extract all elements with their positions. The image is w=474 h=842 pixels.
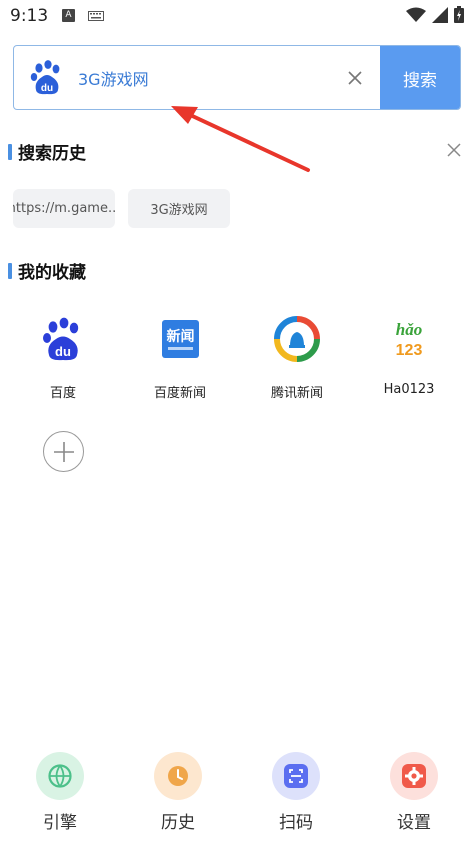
favorite-item-tencent-news[interactable]: 腾讯新闻 bbox=[238, 316, 356, 401]
red-arrow-annotation bbox=[171, 106, 310, 172]
nav-icon-circle bbox=[36, 752, 84, 800]
nav-label: 引擎 bbox=[43, 813, 77, 833]
nav-label: 设置 bbox=[397, 813, 431, 833]
svg-text:新闻: 新闻 bbox=[167, 328, 195, 345]
nav-icon-circle bbox=[272, 752, 320, 800]
add-favorite-button[interactable] bbox=[43, 431, 84, 472]
bottom-nav: 引擎 历史 扫码 设置 bbox=[0, 752, 474, 842]
nav-history[interactable]: 历史 bbox=[118, 752, 238, 833]
nav-settings[interactable]: 设置 bbox=[354, 752, 474, 833]
section-accent-bar bbox=[8, 262, 12, 279]
baidu-news-icon: 新闻 bbox=[162, 320, 199, 358]
search-button[interactable]: 搜索 bbox=[380, 46, 460, 109]
favorite-item-baidu-news[interactable]: 新闻 百度新闻 bbox=[121, 316, 239, 401]
scan-icon bbox=[284, 764, 308, 788]
svg-text:hǎo: hǎo bbox=[396, 320, 422, 339]
favorites-title-text: 我的收藏 bbox=[18, 263, 86, 283]
battery-icon bbox=[454, 6, 464, 23]
wifi-icon bbox=[406, 7, 426, 22]
svg-text:du: du bbox=[41, 83, 53, 94]
favorite-label: Ha0123 bbox=[383, 382, 435, 397]
status-icons bbox=[406, 6, 464, 23]
favorite-label: 百度新闻 bbox=[153, 386, 206, 401]
hao123-icon: hǎo 123 bbox=[396, 320, 423, 359]
nav-engine[interactable]: 引擎 bbox=[0, 752, 120, 833]
keyboard-icon bbox=[88, 11, 104, 21]
clock-icon bbox=[168, 766, 188, 786]
history-title-text: 搜索历史 bbox=[18, 144, 86, 164]
clear-history-icon[interactable] bbox=[445, 141, 463, 159]
favorites-section-title: 我的收藏 bbox=[8, 258, 86, 283]
search-input[interactable] bbox=[78, 64, 338, 92]
clear-icon[interactable] bbox=[345, 68, 365, 88]
svg-text:123: 123 bbox=[396, 342, 423, 359]
tencent-news-icon bbox=[274, 316, 320, 362]
history-list: https://m.game... 3G游戏网 bbox=[13, 189, 230, 228]
signal-icon bbox=[432, 6, 448, 23]
baidu-paw-icon[interactable]: du bbox=[30, 60, 64, 96]
nav-scan[interactable]: 扫码 bbox=[236, 752, 356, 833]
baidu-icon: du bbox=[43, 317, 79, 361]
status-bar: 9:13 A bbox=[0, 0, 474, 34]
nav-label: 历史 bbox=[161, 813, 195, 833]
notification-a-icon: A bbox=[62, 9, 75, 22]
history-section-title: 搜索历史 bbox=[8, 139, 86, 164]
section-accent-bar bbox=[8, 143, 12, 160]
favorite-item-hao123[interactable]: hǎo 123 Ha0123 bbox=[350, 316, 468, 397]
favorite-label: 百度 bbox=[49, 386, 76, 401]
status-time: 9:13 bbox=[10, 6, 49, 26]
favorite-label: 腾讯新闻 bbox=[270, 386, 323, 401]
nav-label: 扫码 bbox=[279, 813, 313, 833]
nav-icon-circle bbox=[390, 752, 438, 800]
engine-icon bbox=[48, 764, 72, 788]
history-chip[interactable]: 3G游戏网 bbox=[128, 189, 230, 228]
plus-icon bbox=[53, 441, 74, 462]
gear-icon bbox=[402, 764, 426, 788]
favorite-item-baidu[interactable]: du 百度 bbox=[4, 316, 122, 401]
search-box: du 搜索 bbox=[13, 45, 461, 110]
history-chip[interactable]: https://m.game... bbox=[13, 189, 115, 228]
nav-icon-circle bbox=[154, 752, 202, 800]
svg-text:du: du bbox=[55, 344, 71, 359]
